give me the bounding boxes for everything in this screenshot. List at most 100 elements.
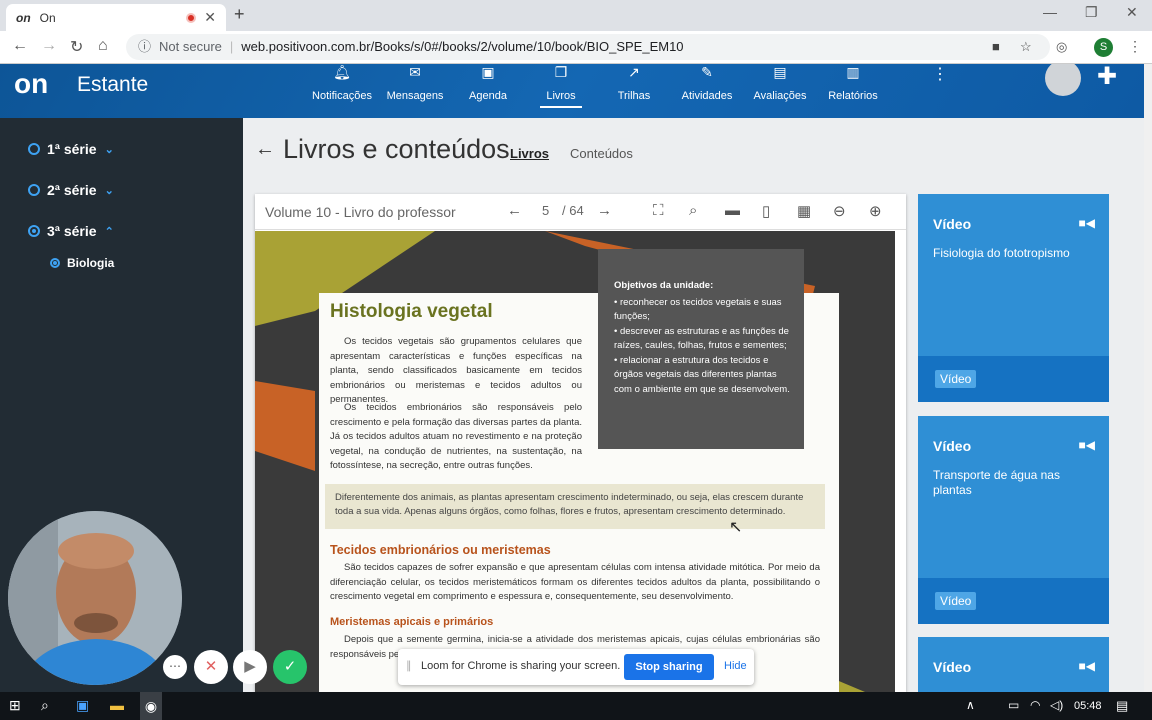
card-title: Transporte de água nas plantas [933,468,1060,497]
video-card[interactable]: Vídeo ■◀ [918,637,1109,692]
info-icon[interactable]: ⓘ [138,39,151,54]
objectives-title: Objetivos da unidade: [614,280,714,291]
chrome-taskbar-icon[interactable]: ◉ [140,692,162,720]
card-title: Fisiologia do fototropismo [933,246,1070,260]
recording-indicator-icon [186,12,196,23]
page-scrollbar[interactable] [1144,64,1152,692]
drag-handle-icon[interactable]: ∥ [406,659,412,672]
zoom-out-icon[interactable]: ⊖ [833,202,846,220]
video-card[interactable]: Vídeo ■◀ Fisiologia do fototropismo Víde… [918,194,1109,402]
back-icon[interactable]: ← [12,37,28,55]
nav-label: Livros [546,90,576,102]
tab-livros[interactable]: Livros [510,146,549,161]
card-footer: Vídeo [918,356,1109,402]
back-arrow-icon[interactable]: ← [255,138,275,161]
sidebar-item-3-serie[interactable]: 3ª série ⌃ [28,223,114,239]
user-avatar[interactable] [1045,64,1081,96]
main-content: ← Livros e conteúdos Livros Conteúdos Vo… [243,118,1144,692]
bookmark-star-icon[interactable]: ☆ [1020,34,1032,60]
prev-page-icon[interactable]: ← [507,202,522,219]
zoom-in-icon[interactable]: ⊕ [869,202,882,220]
camera-icon[interactable]: ■ [992,34,1000,60]
books-icon: ❐ [554,64,568,80]
nav-notificacoes[interactable]: 🔔︎ Notificações [307,64,377,102]
current-page[interactable]: 5 [542,203,549,218]
webcam-bubble[interactable] [8,511,182,685]
webcam-person-image [8,511,182,685]
puzzle-icon[interactable]: ✚ [1097,64,1117,91]
sidebar-item-2-serie[interactable]: 2ª série ⌄ [28,182,114,198]
objective-item: • descrever as estruturas e as funções d… [614,325,789,352]
more-options-icon[interactable]: ⋯ [163,655,187,679]
nav-livros[interactable]: ❐ Livros [526,64,596,108]
viewer-title: Volume 10 - Livro do professor [265,204,456,220]
finish-recording-icon[interactable]: ✓ [273,650,307,684]
windows-start-icon[interactable]: ⊞ [9,697,21,714]
minimize-icon[interactable]: — [1043,4,1057,20]
video-card[interactable]: Vídeo ■◀ Transporte de água nas plantas … [918,416,1109,624]
extension-icon[interactable]: ◎ [1056,39,1067,55]
bookmark-icon[interactable]: ▯ [762,202,770,220]
card-type: Vídeo [933,438,972,454]
browser-menu-icon[interactable]: ⋮ [1128,38,1142,55]
nav-mensagens[interactable]: ✉ Mensagens [380,64,450,102]
nav-label: Atividades [681,90,733,102]
sidebar-subitem-label: Biologia [67,256,115,270]
app-logo[interactable]: on [14,68,48,100]
tab-close-icon[interactable]: ✕ [204,9,216,26]
radio-icon [28,184,40,196]
book-paragraph: São tecidos capazes de sofrer expansão e… [330,562,820,602]
book-page[interactable]: Histologia vegetal Os tecidos vegetais s… [255,231,895,692]
restore-icon[interactable]: ❐ [1085,4,1098,21]
cancel-recording-icon[interactable]: ✕ [194,650,228,684]
next-page-icon[interactable]: → [597,202,612,219]
sidebar-item-1-serie[interactable]: 1ª série ⌄ [28,141,114,157]
tab-conteudos[interactable]: Conteúdos [570,146,633,161]
nav-label: Trilhas [617,90,651,102]
profile-avatar[interactable]: S [1094,38,1113,57]
nav-label: Notificações [312,90,372,102]
card-badge: Vídeo [935,370,977,388]
nav-trilhas[interactable]: ↗ Trilhas [599,64,669,102]
wifi-icon[interactable]: ◠ [1030,698,1040,712]
notifications-icon[interactable]: ▤ [1116,698,1128,714]
show-hidden-icons[interactable]: ∧ [966,698,975,712]
clock[interactable]: 05:48 [1074,700,1102,712]
calendar-icon: ▣ [481,64,495,80]
video-camera-icon: ■◀ [1078,438,1095,452]
reload-icon[interactable]: ↻ [70,37,83,57]
nav-atividades[interactable]: ✎ Atividades [672,64,742,102]
battery-icon[interactable]: ▭ [1008,698,1019,712]
book-viewer: Volume 10 - Livro do professor ← 5 / 64 … [255,194,906,692]
nav-avaliacoes[interactable]: ▤ Avaliações [745,64,815,102]
search-icon[interactable]: ⌕ [41,697,49,714]
browser-chrome: on On ✕ + — ❐ ✕ ← → ↻ ⌂ ⓘ Not secure | web.… [0,0,1152,64]
objectives-box: Objetivos da unidade: • reconhecer os te… [598,249,804,449]
url-bar[interactable]: ⓘ Not secure | web.positivoon.com.br/Books/… [126,34,1050,60]
grid-icon[interactable]: ▦ [797,202,811,220]
stop-sharing-button[interactable]: Stop sharing [624,654,714,680]
file-explorer-icon[interactable]: ▬ [110,697,124,713]
volume-icon[interactable]: ◁) [1050,698,1063,712]
new-tab-icon[interactable]: + [234,4,245,25]
nav-agenda[interactable]: ▣ Agenda [453,64,523,102]
viewer-toolbar: Volume 10 - Livro do professor ← 5 / 64 … [255,194,906,230]
fullscreen-icon[interactable]: ⛶ [653,202,664,219]
more-icon[interactable]: ⋮ [932,64,948,84]
pause-recording-icon[interactable]: ▶ [233,650,267,684]
nav-relatorios[interactable]: ▥ Relatórios [818,64,888,102]
book-subheading: Meristemas apicais e primários [330,616,494,628]
search-icon[interactable]: ⌕ [689,202,697,219]
tab-title: On [39,10,56,25]
store-icon[interactable]: ▣ [76,697,89,714]
forward-icon[interactable]: → [41,37,57,55]
home-icon[interactable]: ⌂ [98,37,108,55]
window-close-icon[interactable]: ✕ [1126,4,1138,21]
tab-favicon: on [16,10,31,25]
browser-tab[interactable]: on On ✕ [6,4,226,31]
comment-icon[interactable]: ▬ [725,202,740,219]
sidebar-item-label: 3ª série [47,223,97,239]
book-paragraph: Os tecidos vegetais são grupamentos celu… [330,336,582,405]
hide-button[interactable]: Hide [724,660,747,672]
sidebar-subitem-biologia[interactable]: Biologia [50,256,114,270]
